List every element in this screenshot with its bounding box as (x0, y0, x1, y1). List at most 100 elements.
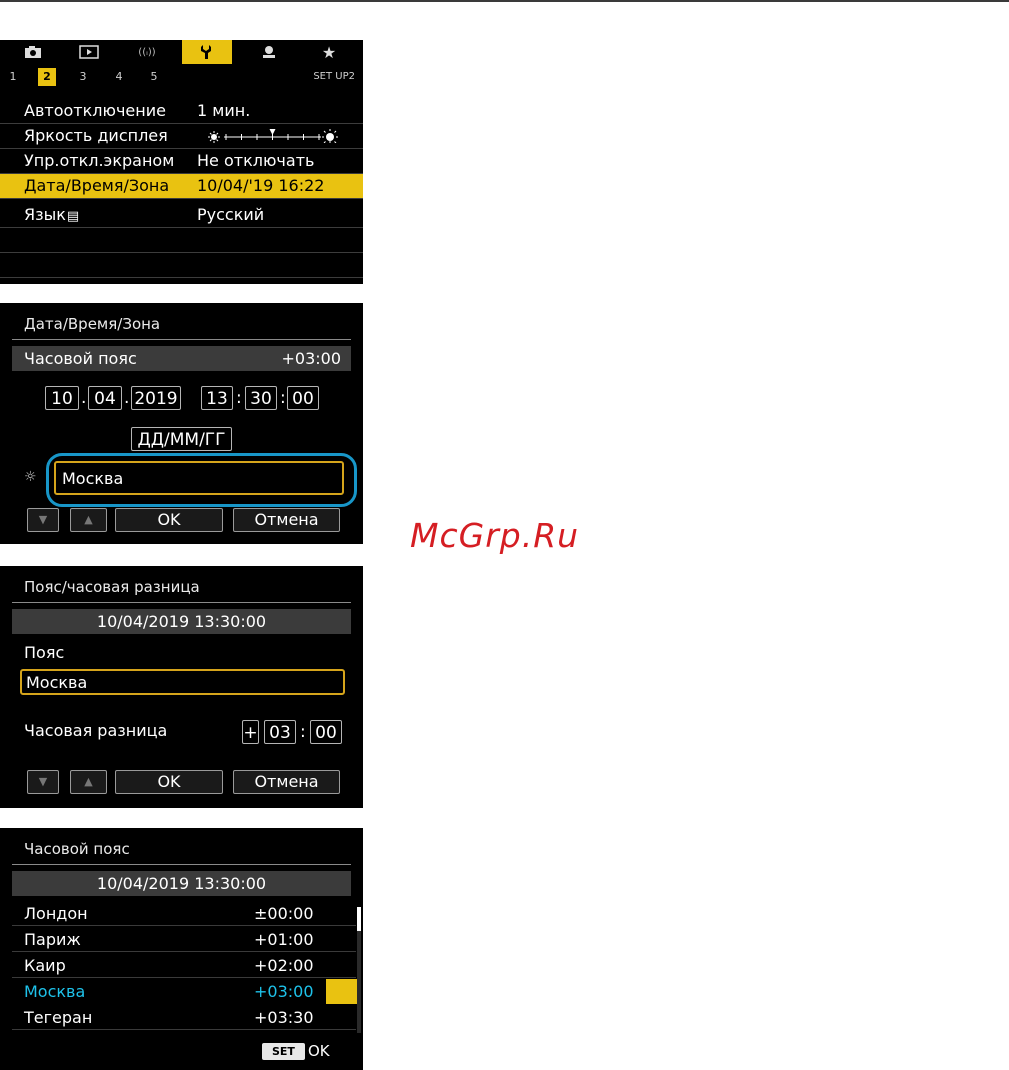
current-datetime-bar: 10/04/2019 13:30:00 (12, 609, 351, 634)
menu-item-screen-brightness[interactable]: Яркость дисплея (0, 124, 363, 149)
page-number[interactable]: 3 (74, 68, 92, 86)
time-zone-label: Часовой пояс (24, 349, 137, 368)
menu-item-value: 1 мин. (197, 101, 251, 120)
zone-offset: ±00:00 (254, 904, 314, 923)
scroll-up-button[interactable]: ▲ (70, 508, 107, 532)
date-separator: . (81, 388, 87, 408)
ok-hint-label: OK (307, 1042, 330, 1060)
date-separator: . (124, 388, 130, 408)
zone-city: Москва (24, 982, 86, 1001)
setup-menu-screen: ((ᵢ)) ★ 1 2 3 4 5 SET UP2 Автоотключение… (0, 40, 363, 284)
difference-minutes-field[interactable]: 00 (310, 720, 342, 744)
difference-sign-field[interactable]: + (242, 720, 259, 744)
page-number[interactable]: 5 (145, 68, 163, 86)
menu-item-empty (0, 253, 363, 278)
menu-page-indicator: 1 2 3 4 5 SET UP2 (0, 68, 363, 86)
menu-item-screen-off-control[interactable]: Упр.откл.экраном Не отключать (0, 149, 363, 174)
zone-difference-screen: Пояс/часовая разница 10/04/2019 13:30:00… (0, 566, 363, 808)
menu-item-label: Дата/Время/Зона (24, 176, 170, 195)
daylight-saving-icon: ☼ (24, 469, 37, 485)
time-zone-bar[interactable]: Часовой пояс +03:00 (12, 346, 351, 371)
zone-list-item-cairo[interactable]: Каир +02:00 (12, 953, 356, 978)
brightness-slider (208, 129, 338, 143)
zone-offset: +03:00 (254, 982, 314, 1001)
page-number-active[interactable]: 2 (38, 68, 56, 86)
zone-list-item-moscow-selected[interactable]: Москва +03:00 (0, 979, 357, 1004)
my-menu-star-icon: ★ (321, 42, 337, 62)
scroll-down-button[interactable]: ▼ (27, 770, 59, 794)
set-ok-hint[interactable]: SET OK (262, 1041, 330, 1061)
title-divider (12, 864, 351, 865)
tab-shooting[interactable] (10, 40, 56, 64)
menu-item-language[interactable]: Язык▤ Русский (0, 203, 363, 228)
scrollbar-thumb[interactable] (357, 907, 361, 931)
tab-setup[interactable] (182, 40, 232, 64)
custom-functions-icon (263, 46, 275, 58)
zone-list-item-paris[interactable]: Париж +01:00 (12, 927, 356, 952)
difference-hours-field[interactable]: 03 (264, 720, 296, 744)
tab-my-menu[interactable]: ★ (306, 40, 352, 64)
zone-city: Лондон (24, 904, 88, 923)
tab-playback[interactable] (66, 40, 112, 64)
zone-field-value: Москва (26, 673, 88, 692)
title-divider (12, 339, 351, 340)
zone-offset: +03:30 (254, 1008, 314, 1027)
zone-city: Париж (24, 930, 81, 949)
date-format-field[interactable]: ДД/ММ/ГГ (131, 427, 232, 451)
year-field[interactable]: 2019 (131, 386, 181, 410)
zone-name-field[interactable]: Москва (54, 461, 344, 495)
time-separator: : (300, 722, 306, 742)
set-button-icon: SET (262, 1042, 305, 1060)
time-difference-label: Часовая разница (24, 721, 168, 740)
wrench-icon (201, 45, 211, 59)
zone-offset: +01:00 (254, 930, 314, 949)
screen-title: Пояс/часовая разница (24, 578, 200, 596)
day-field[interactable]: 10 (45, 386, 79, 410)
watermark-text: McGrp.Ru (410, 516, 580, 555)
camera-icon (25, 46, 41, 58)
setup-page-label: SET UP2 (313, 71, 355, 82)
screen-title: Дата/Время/Зона (24, 315, 161, 333)
zone-field[interactable]: Москва (20, 669, 345, 695)
time-separator: : (280, 388, 286, 408)
tab-custom-functions[interactable] (246, 40, 292, 64)
zone-list-item-london[interactable]: Лондон ±00:00 (12, 901, 356, 926)
title-divider (12, 602, 351, 603)
scroll-up-button[interactable]: ▲ (70, 770, 107, 794)
menu-item-value: Русский (197, 205, 265, 224)
zone-list-item-tehran[interactable]: Тегеран +03:30 (12, 1005, 356, 1030)
ok-button[interactable]: OK (115, 770, 223, 794)
menu-item-label: Язык▤ (24, 205, 79, 224)
date-time-zone-screen: Дата/Время/Зона Часовой пояс +03:00 10 .… (0, 303, 363, 544)
current-datetime-bar: 10/04/2019 13:30:00 (12, 871, 351, 896)
hour-field[interactable]: 13 (201, 386, 233, 410)
time-zone-offset: +03:00 (281, 349, 341, 368)
wireless-icon: ((ᵢ)) (138, 46, 156, 58)
minute-field[interactable]: 30 (245, 386, 277, 410)
zone-city: Каир (24, 956, 66, 975)
current-datetime: 10/04/2019 13:30:00 (96, 612, 267, 631)
second-field[interactable]: 00 (287, 386, 319, 410)
sun-small-icon (208, 131, 220, 143)
brightness-marker (269, 129, 276, 135)
month-field[interactable]: 04 (88, 386, 122, 410)
menu-item-empty (0, 228, 363, 253)
page-top-rule (0, 0, 1009, 2)
scroll-down-button[interactable]: ▼ (27, 508, 59, 532)
zone-list-scrollbar[interactable] (357, 907, 361, 1033)
cancel-button[interactable]: Отмена (233, 508, 340, 532)
ok-button[interactable]: OK (115, 508, 223, 532)
time-separator: : (236, 388, 242, 408)
zone-label: Пояс (24, 643, 65, 662)
menu-item-label: Яркость дисплея (24, 126, 168, 145)
tab-wireless[interactable]: ((ᵢ)) (124, 40, 170, 64)
page-number[interactable]: 4 (110, 68, 128, 86)
menu-item-value: Не отключать (197, 151, 315, 170)
menu-item-date-time-zone[interactable]: Дата/Время/Зона 10/04/'19 16:22 (0, 174, 363, 199)
menu-item-label: Автоотключение (24, 101, 166, 120)
language-label: Язык (24, 205, 66, 224)
sun-large-icon (322, 129, 338, 143)
menu-item-auto-power-off[interactable]: Автоотключение 1 мин. (0, 99, 363, 124)
cancel-button[interactable]: Отмена (233, 770, 340, 794)
page-number[interactable]: 1 (4, 68, 22, 86)
